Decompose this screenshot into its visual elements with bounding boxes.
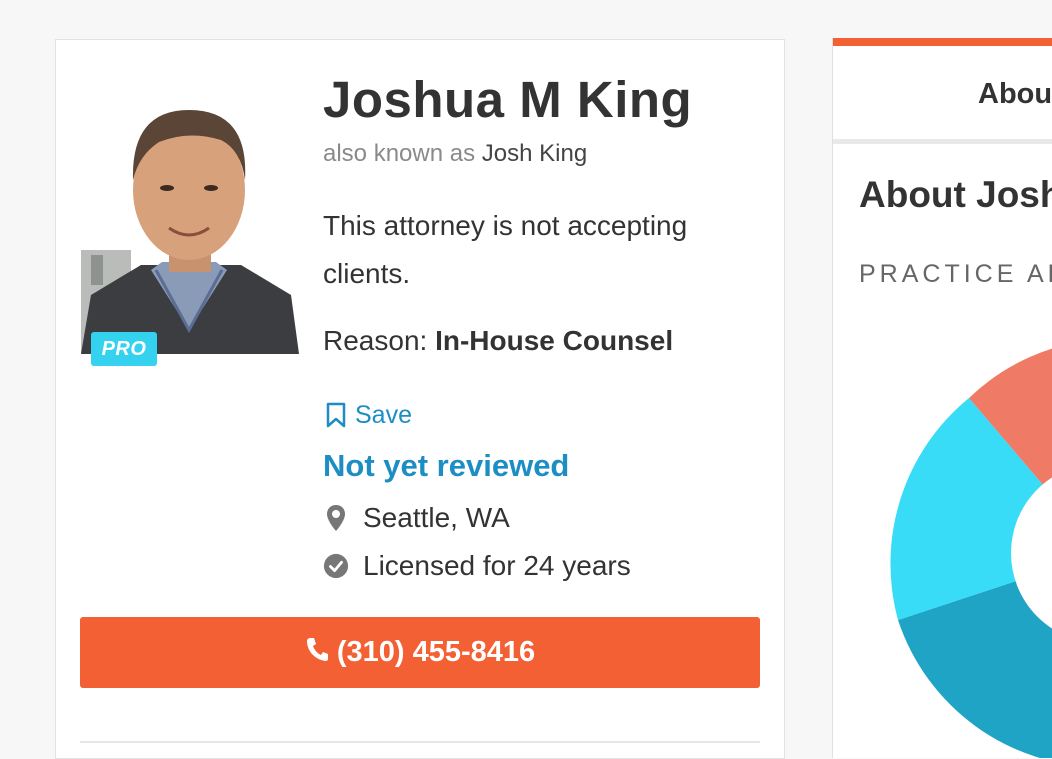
section-divider bbox=[80, 741, 760, 743]
reason: Reason: In-House Counsel bbox=[323, 325, 673, 357]
about-panel: Abou About Josh PRACTICE AR bbox=[832, 38, 1052, 758]
also-known-as: also known as Josh King bbox=[323, 140, 587, 168]
reason-label: Reason: bbox=[323, 325, 428, 356]
aka-name: Josh King bbox=[481, 140, 588, 167]
tab-about[interactable]: Abou bbox=[978, 78, 1052, 111]
about-heading: About Josh bbox=[859, 174, 1052, 215]
pro-badge: PRO bbox=[91, 332, 157, 366]
location-text: Seattle, WA bbox=[363, 502, 510, 533]
tab-divider bbox=[833, 139, 1052, 144]
save-button[interactable]: Save bbox=[323, 400, 412, 430]
accepting-status: This attorney is not accepting clients. bbox=[323, 210, 688, 289]
attorney-photo bbox=[81, 80, 299, 354]
check-circle-icon bbox=[323, 551, 349, 581]
call-button[interactable]: (310) 455-8416 bbox=[80, 617, 760, 688]
bookmark-icon bbox=[323, 400, 349, 430]
donut-slices bbox=[890, 348, 1052, 758]
save-label: Save bbox=[355, 400, 412, 429]
attorney-name: Joshua M King bbox=[323, 71, 693, 128]
licensed-row: Licensed for 24 years bbox=[323, 550, 631, 582]
phone-number: (310) 455-8416 bbox=[336, 636, 536, 668]
attorney-profile-card: PRO Joshua M King also known as Josh Kin… bbox=[55, 39, 785, 759]
accent-bar bbox=[833, 38, 1052, 46]
practice-areas-donut-chart bbox=[890, 348, 1052, 758]
licensed-text: Licensed for 24 years bbox=[363, 550, 631, 581]
aka-prefix: also known as bbox=[323, 140, 476, 167]
reviews-link[interactable]: Not yet reviewed bbox=[323, 448, 569, 484]
phone-icon bbox=[305, 636, 329, 670]
location-row: Seattle, WA bbox=[323, 502, 510, 534]
map-pin-icon bbox=[323, 503, 349, 533]
reason-value: In-House Counsel bbox=[435, 325, 674, 356]
